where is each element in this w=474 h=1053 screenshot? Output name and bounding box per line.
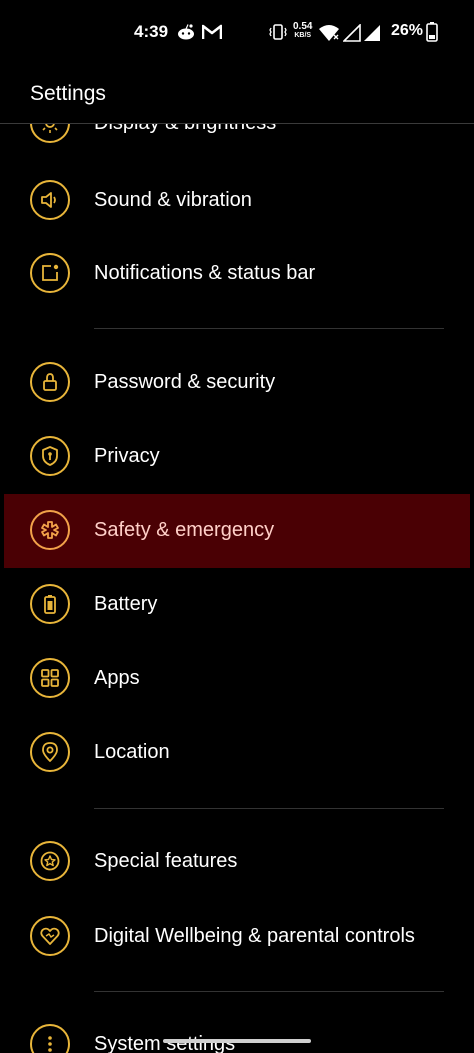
settings-item-sound[interactable]: Sound & vibration [4,164,470,238]
settings-item-label: Battery [94,593,158,615]
section-divider [94,991,444,992]
vibrate-icon [269,24,287,45]
star-icon [30,841,70,881]
settings-item-label: Password & security [94,371,276,393]
settings-item-display[interactable]: Display & brightness [4,124,470,161]
heart-icon [30,916,70,956]
settings-item-notifications[interactable]: Notifications & status bar [4,237,470,311]
settings-item-battery[interactable]: Battery [4,568,470,642]
wifi-icon [318,24,340,47]
location-pin-icon [30,732,70,772]
settings-item-label: Sound & vibration [94,189,252,211]
settings-item-label: Notifications & status bar [94,262,316,284]
notification-icon [30,253,70,293]
settings-item-label: Apps [94,667,140,689]
brightness-icon [30,124,70,143]
medical-star-icon [30,510,70,550]
settings-item-system[interactable]: System settings [4,1008,470,1053]
settings-item-special-features[interactable]: Special features [4,825,470,899]
network-speed: 0.54 KB/S [293,21,313,40]
gesture-nav-handle[interactable] [163,1039,311,1043]
settings-item-label: Digital Wellbeing & parental controls [94,925,415,947]
settings-item-digital-wellbeing[interactable]: Digital Wellbeing & parental controls [4,900,470,974]
signal-icon [342,23,361,47]
settings-item-safety[interactable]: Safety & emergency [4,494,470,568]
page-title: Settings [30,82,106,105]
lock-icon [30,362,70,402]
settings-item-label: Display & brightness [94,124,276,135]
settings-list[interactable]: Display & brightness Sound & vibration N… [0,124,474,1053]
more-vertical-icon [30,1024,70,1053]
settings-item-location[interactable]: Location [4,716,470,790]
signal-icon [363,24,381,47]
app-header: Settings [0,64,474,124]
reddit-icon [176,23,196,46]
battery-icon [426,22,438,47]
status-time: 4:39 [134,22,169,41]
battery-percent: 26% [391,22,424,39]
section-divider [94,328,444,329]
settings-item-apps[interactable]: Apps [4,642,470,716]
status-bar: 4:39 0.54 KB/S 26% [0,0,474,64]
apps-grid-icon [30,658,70,698]
settings-item-password[interactable]: Password & security [4,346,470,420]
speaker-icon [30,180,70,220]
settings-item-label: Safety & emergency [94,519,275,541]
battery-icon [30,584,70,624]
settings-item-label: System settings [94,1033,236,1053]
gmail-icon [201,24,223,45]
shield-icon [30,436,70,476]
settings-item-label: Special features [94,850,238,872]
settings-item-label: Location [94,741,170,763]
settings-item-privacy[interactable]: Privacy [4,420,470,494]
settings-item-label: Privacy [94,445,160,467]
section-divider [94,808,444,809]
